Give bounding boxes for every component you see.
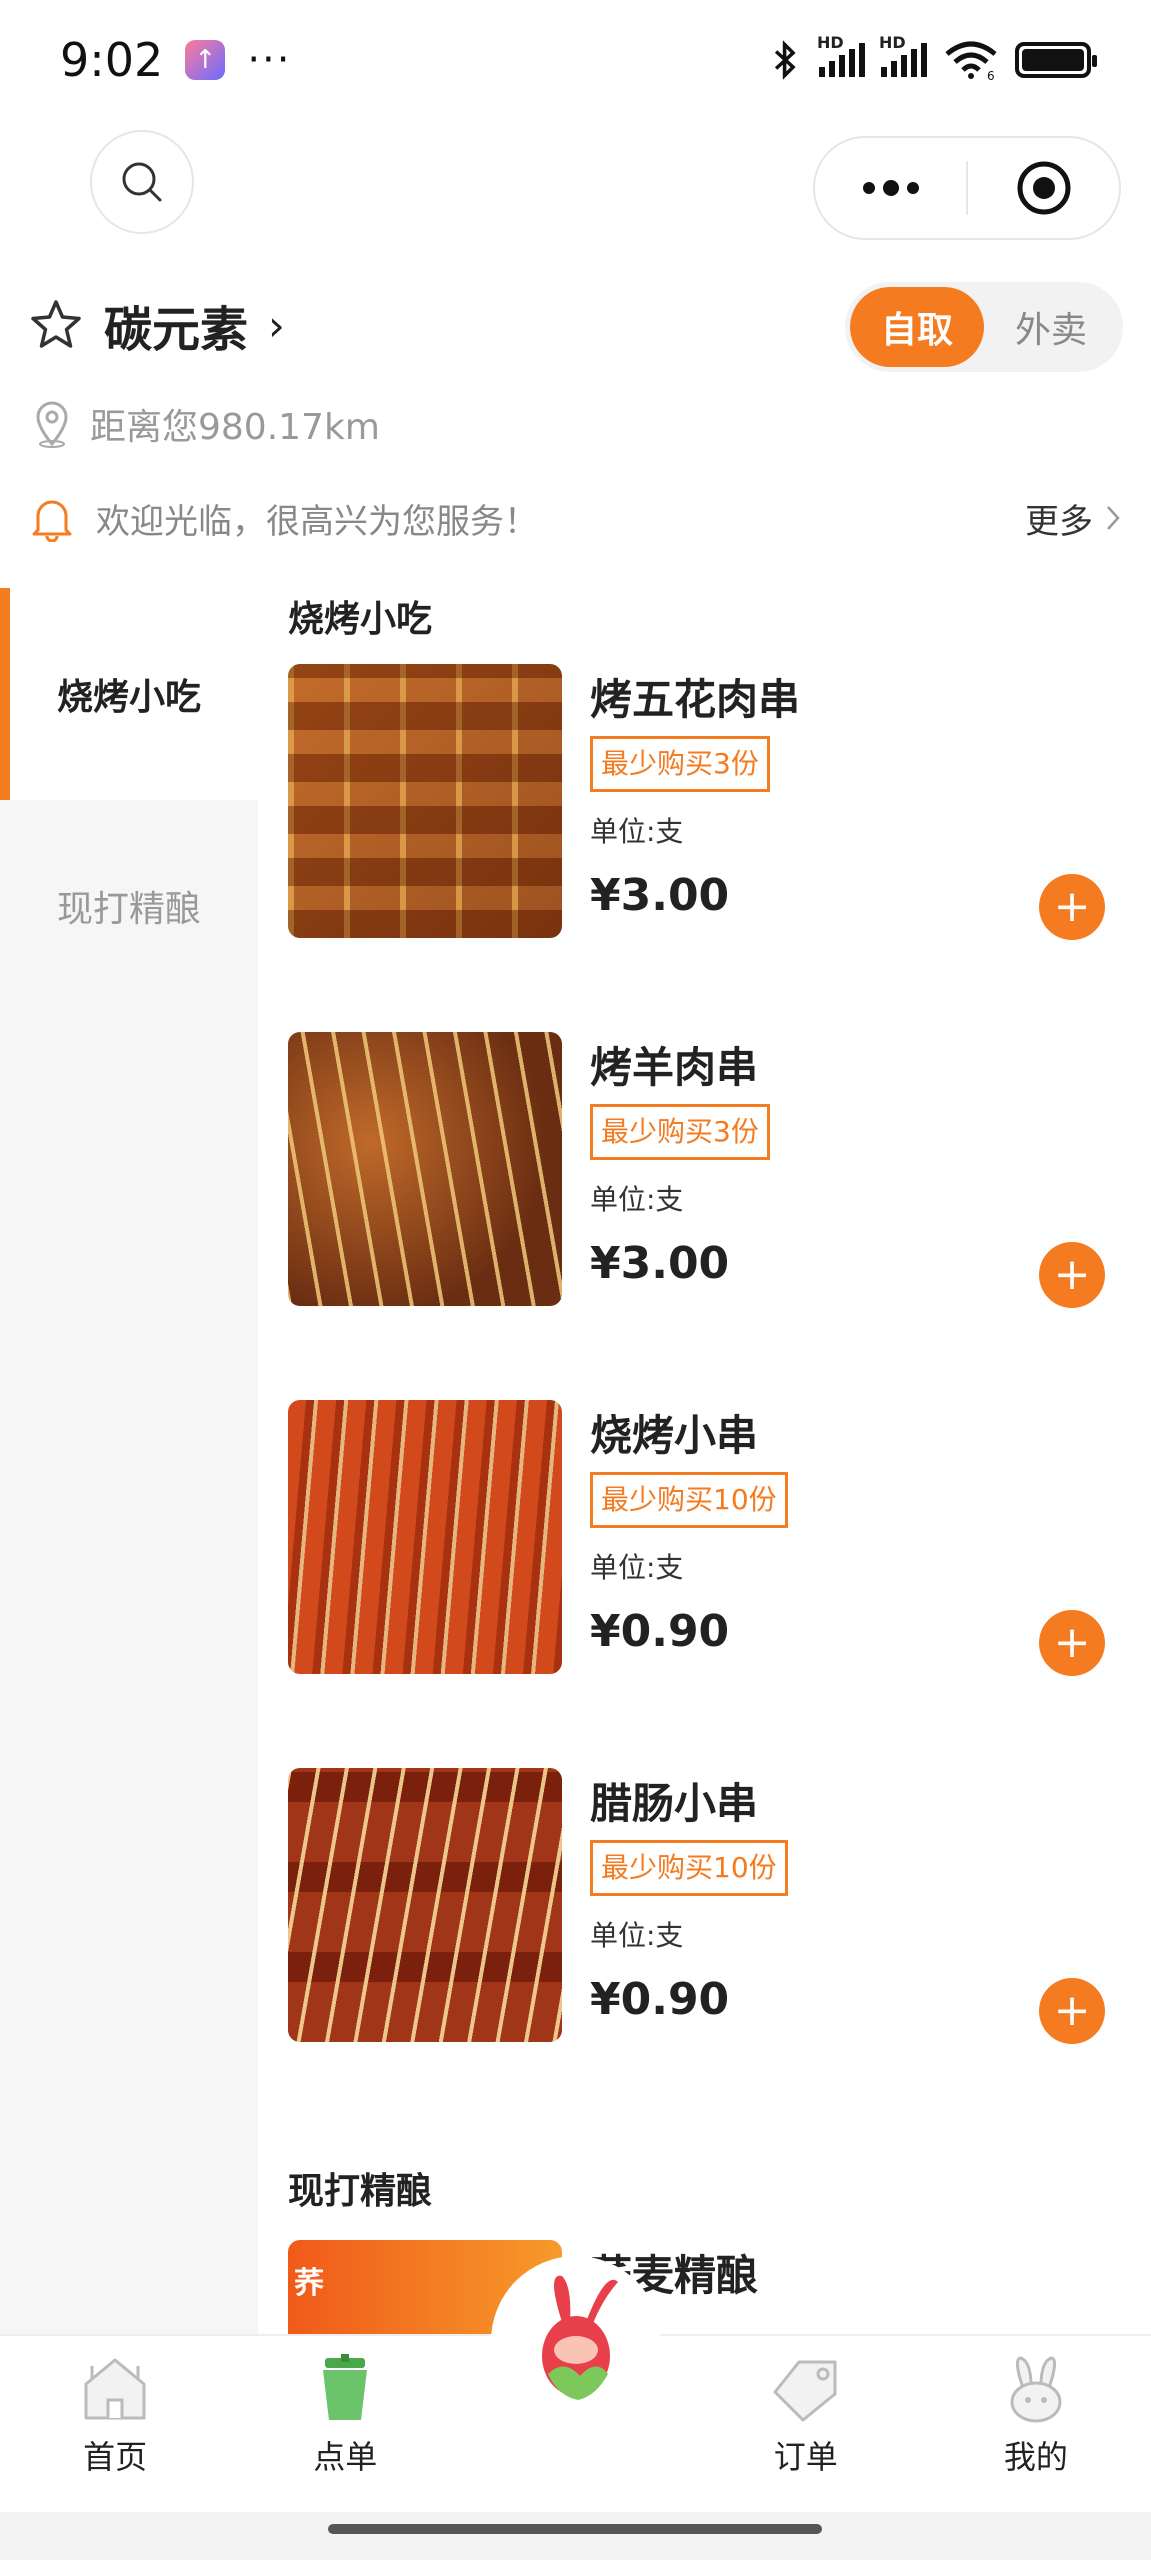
product-image[interactable] xyxy=(288,664,562,938)
category-sidebar: 烧烤小吃 现打精酿 xyxy=(0,588,258,2334)
chevron-right-icon: › xyxy=(268,300,285,350)
home-indicator[interactable] xyxy=(328,2524,822,2534)
notice-bar: 欢迎光临，很高兴为您服务！ 更多 xyxy=(30,490,1121,546)
notice-more-link[interactable]: 更多 xyxy=(1025,494,1121,543)
product-price: ¥3.00 xyxy=(590,1238,730,1289)
store-name[interactable]: 碳元素 xyxy=(104,290,248,360)
bell-icon xyxy=(32,500,72,542)
search-icon xyxy=(122,162,162,202)
distance-row: 距离您980.17km xyxy=(32,398,380,450)
min-purchase-badge: 最少购买3份 xyxy=(590,1104,770,1160)
mascot-icon[interactable] xyxy=(490,2256,661,2426)
rabbit-icon xyxy=(1010,2356,1062,2423)
product-image[interactable] xyxy=(288,1768,562,2042)
tab-label: 点单 xyxy=(313,2438,378,2476)
product-price: ¥0.90 xyxy=(590,1606,730,1657)
plus-icon: + xyxy=(1053,1617,1091,1668)
product-unit: 单位:支 xyxy=(590,815,684,848)
target-icon xyxy=(1017,161,1070,215)
add-to-cart-button[interactable]: + xyxy=(1039,1610,1105,1676)
tab-label: 订单 xyxy=(773,2438,838,2476)
product-name: 烤五花肉串 xyxy=(590,675,801,724)
tab-mascot[interactable] xyxy=(460,2256,690,2426)
status-more: ··· xyxy=(247,37,292,83)
pickup-option[interactable]: 自取 xyxy=(850,287,984,367)
tab-orders[interactable]: 订单 xyxy=(691,2336,921,2478)
location-pin-icon xyxy=(36,401,68,448)
add-to-cart-button[interactable]: + xyxy=(1039,1978,1105,2044)
search-button[interactable] xyxy=(90,130,194,234)
product-name: 荞麦精酿 xyxy=(590,2251,759,2300)
product-price: ¥3.00 xyxy=(590,870,730,921)
battery-icon xyxy=(1015,42,1097,78)
min-purchase-badge: 最少购买10份 xyxy=(590,1472,788,1528)
cup-icon xyxy=(323,2354,368,2420)
close-miniprogram-button[interactable] xyxy=(968,138,1119,238)
notice-text: 欢迎光临，很高兴为您服务！ xyxy=(96,501,538,542)
product-item[interactable]: 烤羊肉串 最少购买3份 单位:支 ¥3.00 + xyxy=(288,1032,1151,1400)
status-time: 9:02 xyxy=(60,33,164,87)
signal-icon-2: HD xyxy=(879,33,927,77)
add-to-cart-button[interactable]: + xyxy=(1039,1242,1105,1308)
star-icon[interactable] xyxy=(28,297,84,353)
add-to-cart-button[interactable]: + xyxy=(1039,874,1105,940)
product-unit: 单位:支 xyxy=(590,1551,684,1584)
signal-label: HD xyxy=(817,33,844,52)
category-item-bbq-snacks[interactable]: 烧烤小吃 xyxy=(0,588,258,800)
product-list: 烧烤小吃 烤五花肉串 最少购买3份 单位:支 ¥3.00 + 烤羊肉串 最少购买… xyxy=(288,588,1151,2560)
menu-button[interactable] xyxy=(815,138,966,238)
tab-label: 首页 xyxy=(83,2438,148,2476)
chevron-right-icon xyxy=(1107,506,1120,530)
svg-text:6: 6 xyxy=(987,69,995,80)
signal-label-2: HD xyxy=(879,33,906,52)
plus-icon: + xyxy=(1053,1985,1091,2036)
bottom-tab-bar: 首页 点单 订单 我的 xyxy=(0,2256,1151,2512)
miniprogram-capsule xyxy=(813,136,1121,240)
section-title: 现打精酿 xyxy=(288,2171,433,2212)
notice-more-label: 更多 xyxy=(1025,501,1093,542)
navigation-bar-area xyxy=(0,2512,1151,2560)
product-image-text: 荞 xyxy=(294,2266,324,2301)
app-notification-icon: ↑ xyxy=(185,40,226,80)
tab-home[interactable]: 首页 xyxy=(0,2336,230,2478)
product-name: 烧烤小串 xyxy=(590,1411,759,1460)
product-unit: 单位:支 xyxy=(590,1183,684,1216)
product-item[interactable]: 烧烤小串 最少购买10份 单位:支 ¥0.90 + xyxy=(288,1400,1151,1768)
tab-mine[interactable]: 我的 xyxy=(921,2336,1151,2478)
plus-icon: + xyxy=(1053,881,1091,932)
tab-label: 我的 xyxy=(1003,2438,1068,2476)
more-dots-icon xyxy=(862,180,919,196)
product-image[interactable] xyxy=(288,1032,562,1306)
wifi-icon: 6 xyxy=(945,41,997,80)
product-image[interactable] xyxy=(288,1400,562,1674)
min-purchase-badge: 最少购买3份 xyxy=(590,736,770,792)
status-bar: 9:02 ↑ ··· HD HD 6 xyxy=(0,0,1151,120)
product-price: ¥0.90 xyxy=(590,1974,730,2025)
tab-order[interactable]: 点单 xyxy=(230,2336,460,2478)
min-purchase-badge: 最少购买10份 xyxy=(590,1840,788,1896)
delivery-option[interactable]: 外卖 xyxy=(984,287,1118,367)
store-header[interactable]: 碳元素 › xyxy=(28,290,285,360)
section-title: 烧烤小吃 xyxy=(288,599,433,640)
distance-text: 距离您980.17km xyxy=(90,407,380,448)
plus-icon: + xyxy=(1053,1249,1091,1300)
product-name: 烤羊肉串 xyxy=(590,1043,759,1092)
signal-icon: HD xyxy=(817,33,865,77)
product-item[interactable]: 烤五花肉串 最少购买3份 单位:支 ¥3.00 + xyxy=(288,664,1151,1032)
product-name: 腊肠小串 xyxy=(590,1779,759,1828)
product-unit: 单位:支 xyxy=(590,1919,684,1952)
bluetooth-icon xyxy=(774,40,796,80)
house-icon xyxy=(84,2358,146,2420)
category-item-craft-beer[interactable]: 现打精酿 xyxy=(0,800,258,1012)
tag-icon xyxy=(773,2360,837,2422)
order-mode-toggle[interactable]: 自取 外卖 xyxy=(845,282,1123,372)
product-item[interactable]: 腊肠小串 最少购买10份 单位:支 ¥0.90 + xyxy=(288,1768,1151,2136)
